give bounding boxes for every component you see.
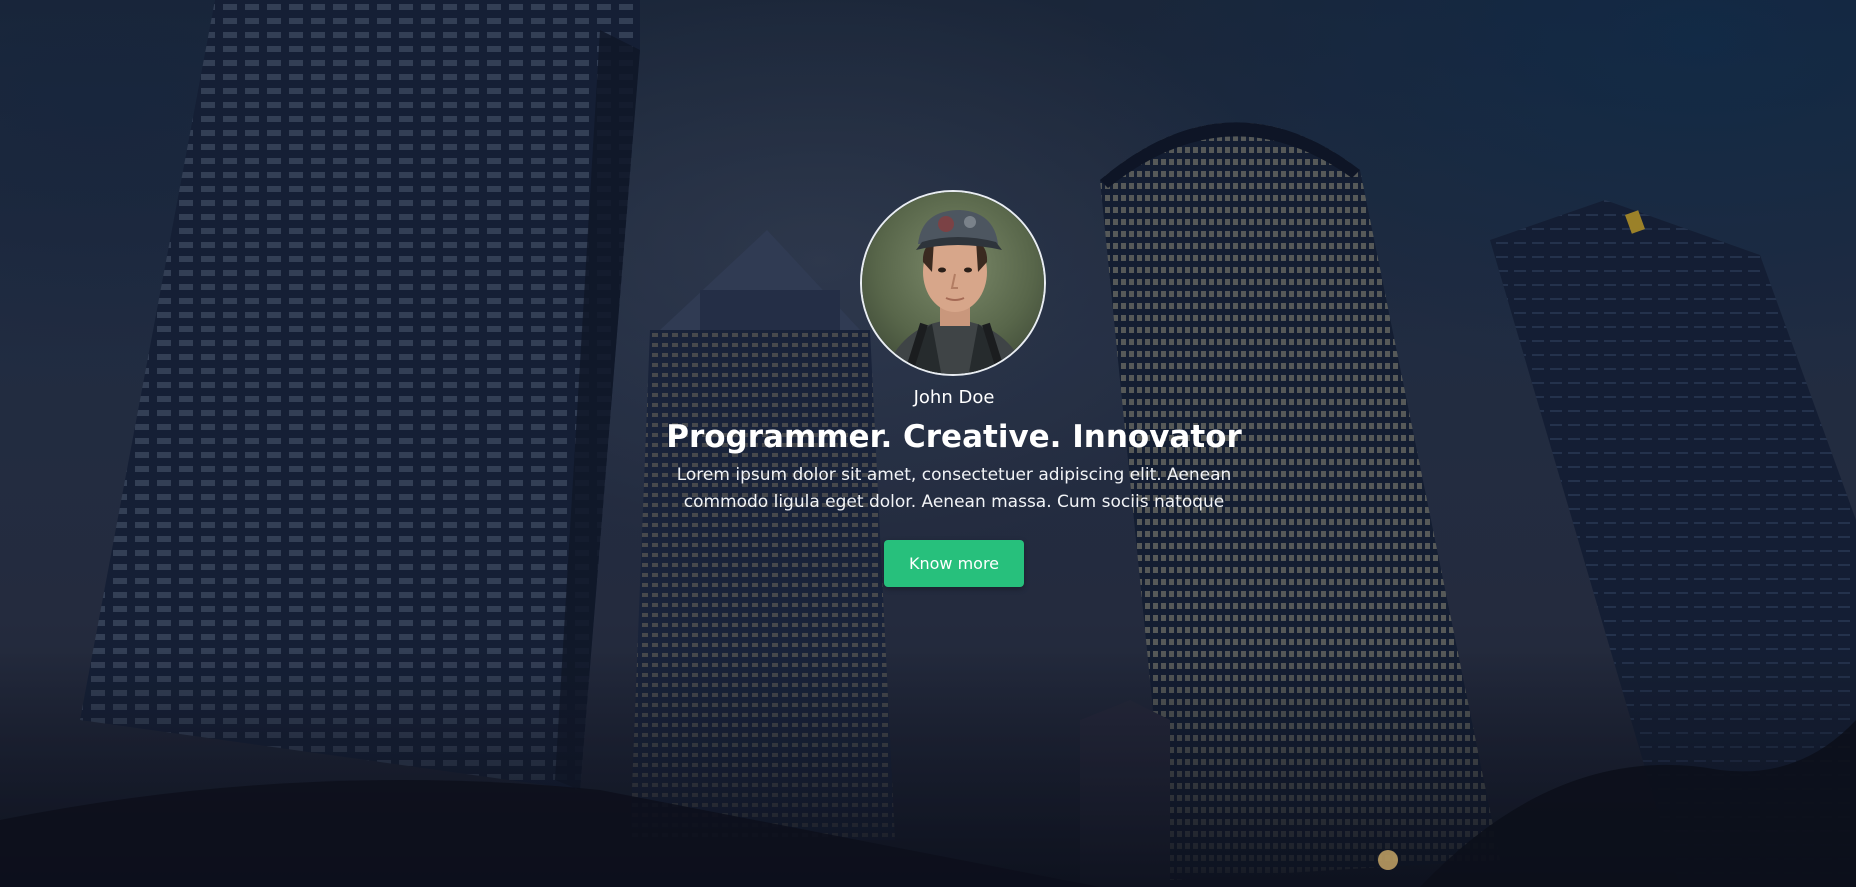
profile-description: Lorem ipsum dolor sit amet, consectetuer… xyxy=(676,465,1232,512)
profile-name: John Doe xyxy=(913,387,995,408)
avatar xyxy=(860,190,1046,376)
profile-headline: Programmer. Creative. Innovator xyxy=(666,419,1242,455)
hero-section: John Doe Programmer. Creative. Innovator… xyxy=(0,0,1856,887)
profile-content: John Doe Programmer. Creative. Innovator… xyxy=(0,0,1856,887)
know-more-button[interactable]: Know more xyxy=(884,540,1024,587)
avatar-photo xyxy=(862,192,1044,374)
